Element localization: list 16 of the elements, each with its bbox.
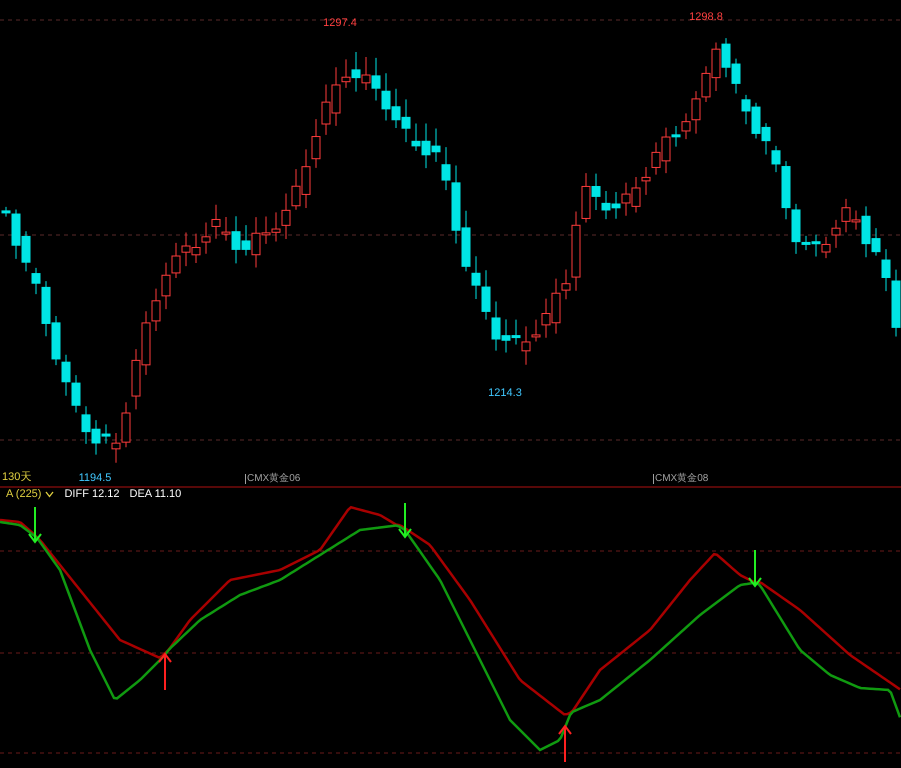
contract-label: CMX黄金08: [653, 474, 708, 484]
price-label: 1298.8: [689, 12, 723, 23]
down-arrow-icon: [28, 507, 42, 544]
indicator-name: A (225): [6, 489, 42, 500]
dea-value: DEA 11.10: [130, 489, 182, 500]
chevron-icon[interactable]: [45, 491, 54, 498]
down-arrow-icon: [398, 503, 412, 539]
price-label: 1214.3: [488, 388, 522, 399]
price-label: 1194.5: [78, 473, 112, 484]
price-label: 1297.4: [323, 18, 357, 29]
diff-value: DIFF 12.12: [64, 489, 120, 500]
period-label: 130天: [2, 472, 32, 483]
up-arrow-icon: [558, 724, 572, 762]
contract-label: CMX黄金06: [245, 474, 300, 484]
down-arrow-icon: [748, 550, 762, 588]
up-arrow-icon: [158, 652, 172, 690]
